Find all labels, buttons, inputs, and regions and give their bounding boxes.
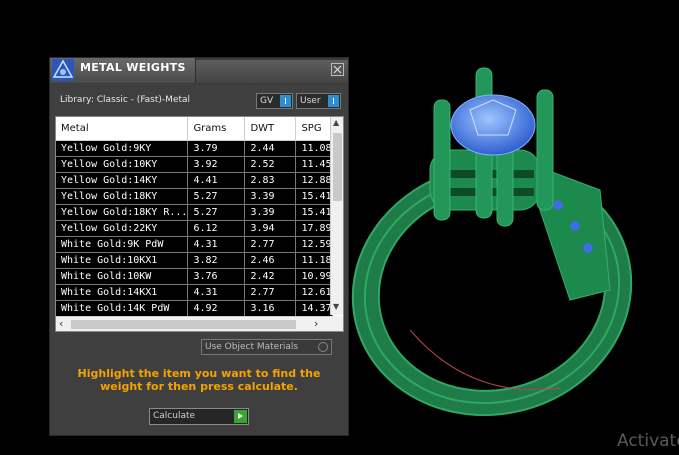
cell-grams: 4.31 bbox=[187, 236, 246, 253]
cell-dwt: 2.83 bbox=[244, 172, 297, 189]
cell-dwt: 3.39 bbox=[244, 204, 297, 221]
cell-dwt: 2.77 bbox=[244, 236, 297, 253]
cell-grams: 5.27 bbox=[187, 204, 246, 221]
cell-spg: 15.41 bbox=[295, 204, 333, 221]
cell-dwt: 2.46 bbox=[244, 252, 297, 269]
user-dropdown[interactable]: User bbox=[296, 93, 341, 109]
cell-metal: Yellow Gold:9KY bbox=[56, 140, 189, 157]
cell-dwt: 3.16 bbox=[244, 300, 297, 317]
use-object-materials-toggle[interactable]: Use Object Materials bbox=[201, 339, 332, 355]
cell-spg: 11.45 bbox=[295, 156, 333, 173]
table-row[interactable]: Yellow Gold:22KY 6.12 3.94 17.89 bbox=[56, 220, 333, 237]
radio-icon bbox=[318, 342, 328, 352]
cell-grams: 3.79 bbox=[187, 140, 246, 157]
cell-spg: 12.59 bbox=[295, 236, 333, 253]
metal-weights-grid: Metal Grams DWT SPG Yellow Gold:9KY 3.79 2… bbox=[56, 117, 333, 317]
cell-dwt: 2.52 bbox=[244, 156, 297, 173]
scroll-down-icon[interactable]: ▼ bbox=[333, 302, 339, 311]
table-row[interactable]: Yellow Gold:18KY R... 5.27 3.39 15.41 bbox=[56, 204, 333, 221]
metal-table[interactable]: Metal Grams DWT SPG Yellow Gold:9KY 3.79 2… bbox=[55, 116, 344, 332]
cell-metal: White Gold:14KX1 bbox=[56, 284, 189, 301]
title-tab[interactable]: METAL WEIGHTS bbox=[50, 58, 196, 83]
cell-grams: 3.92 bbox=[187, 156, 246, 173]
cell-metal: White Gold:9K PdW bbox=[56, 236, 189, 253]
scroll-up-icon[interactable]: ▲ bbox=[333, 118, 339, 127]
cell-spg: 14.37 bbox=[295, 300, 333, 317]
cell-metal: Yellow Gold:22KY bbox=[56, 220, 189, 237]
col-header-metal[interactable]: Metal bbox=[56, 117, 189, 141]
titlebar-filler bbox=[196, 60, 348, 83]
cell-grams: 3.82 bbox=[187, 252, 246, 269]
table-row[interactable]: Yellow Gold:10KY 3.92 2.52 11.45 bbox=[56, 156, 333, 173]
calculate-label: Calculate bbox=[153, 411, 196, 421]
cell-grams: 4.31 bbox=[187, 284, 246, 301]
cell-metal: White Gold:10KW bbox=[56, 268, 189, 285]
cell-metal: Yellow Gold:10KY bbox=[56, 156, 189, 173]
table-row[interactable]: White Gold:14K PdW 4.92 3.16 14.37 bbox=[56, 300, 333, 317]
horizontal-scroll-thumb[interactable] bbox=[71, 320, 296, 329]
app-logo-icon bbox=[52, 59, 74, 81]
table-row[interactable]: White Gold:10KW 3.76 2.42 10.99 bbox=[56, 268, 333, 285]
cell-spg: 10.99 bbox=[295, 268, 333, 285]
cell-spg: 11.08 bbox=[295, 140, 333, 157]
table-header-row: Metal Grams DWT SPG bbox=[56, 117, 333, 141]
cell-spg: 12.88 bbox=[295, 172, 333, 189]
scroll-left-icon[interactable]: ‹ bbox=[59, 317, 63, 330]
col-header-dwt[interactable]: DWT bbox=[244, 117, 297, 141]
cell-spg: 15.41 bbox=[295, 188, 333, 205]
cell-spg: 12.61 bbox=[295, 284, 333, 301]
dropdown-arrow-icon bbox=[328, 95, 339, 107]
cell-spg: 17.89 bbox=[295, 220, 333, 237]
cell-grams: 6.12 bbox=[187, 220, 246, 237]
table-row[interactable]: Yellow Gold:14KY 4.41 2.83 12.88 bbox=[56, 172, 333, 189]
cell-metal: White Gold:14K PdW bbox=[56, 300, 189, 317]
scroll-right-icon[interactable]: › bbox=[314, 317, 318, 330]
gv-dropdown-value: GV bbox=[260, 96, 274, 106]
library-label: Library: Classic - (Fast)-Metal bbox=[60, 95, 191, 105]
cell-dwt: 2.44 bbox=[244, 140, 297, 157]
table-row[interactable]: White Gold:9K PdW 4.31 2.77 12.59 bbox=[56, 236, 333, 253]
play-arrow-icon bbox=[234, 410, 247, 423]
cell-spg: 11.18 bbox=[295, 252, 333, 269]
table-row[interactable]: White Gold:10KX1 3.82 2.46 11.18 bbox=[56, 252, 333, 269]
scrollbar-corner bbox=[330, 316, 343, 331]
close-icon bbox=[333, 65, 342, 74]
metal-weights-panel: METAL WEIGHTS Library: Classic - (Fast)-… bbox=[49, 57, 349, 436]
vertical-scrollbar[interactable]: ▲ ▼ bbox=[330, 117, 343, 315]
horizontal-scrollbar[interactable]: ‹ › bbox=[56, 316, 330, 331]
cell-grams: 3.76 bbox=[187, 268, 246, 285]
cell-metal: Yellow Gold:18KY bbox=[56, 188, 189, 205]
gv-dropdown[interactable]: GV bbox=[256, 93, 293, 109]
close-button[interactable] bbox=[331, 63, 344, 76]
cell-metal: White Gold:10KX1 bbox=[56, 252, 189, 269]
cell-dwt: 3.94 bbox=[244, 220, 297, 237]
use-object-materials-label: Use Object Materials bbox=[205, 342, 299, 352]
cell-dwt: 2.77 bbox=[244, 284, 297, 301]
cell-grams: 4.92 bbox=[187, 300, 246, 317]
cell-grams: 5.27 bbox=[187, 188, 246, 205]
cell-metal: Yellow Gold:18KY R... bbox=[56, 204, 189, 221]
dropdown-arrow-icon bbox=[280, 95, 291, 107]
panel-titlebar[interactable]: METAL WEIGHTS bbox=[50, 58, 348, 84]
calculate-button[interactable]: Calculate bbox=[149, 408, 249, 425]
cell-dwt: 2.42 bbox=[244, 268, 297, 285]
cell-dwt: 3.39 bbox=[244, 188, 297, 205]
activation-watermark: Activate bbox=[617, 431, 679, 451]
table-row[interactable]: White Gold:14KX1 4.31 2.77 12.61 bbox=[56, 284, 333, 301]
table-row[interactable]: Yellow Gold:9KY 3.79 2.44 11.08 bbox=[56, 140, 333, 157]
cell-grams: 4.41 bbox=[187, 172, 246, 189]
table-row[interactable]: Yellow Gold:18KY 5.27 3.39 15.41 bbox=[56, 188, 333, 205]
cell-metal: Yellow Gold:14KY bbox=[56, 172, 189, 189]
panel-title: METAL WEIGHTS bbox=[80, 61, 186, 74]
user-dropdown-value: User bbox=[300, 96, 321, 106]
vertical-scroll-thumb[interactable] bbox=[333, 133, 342, 201]
col-header-spg[interactable]: SPG bbox=[295, 117, 333, 141]
col-header-grams[interactable]: Grams bbox=[187, 117, 246, 141]
instruction-text: Highlight the item you want to find the … bbox=[77, 367, 321, 393]
